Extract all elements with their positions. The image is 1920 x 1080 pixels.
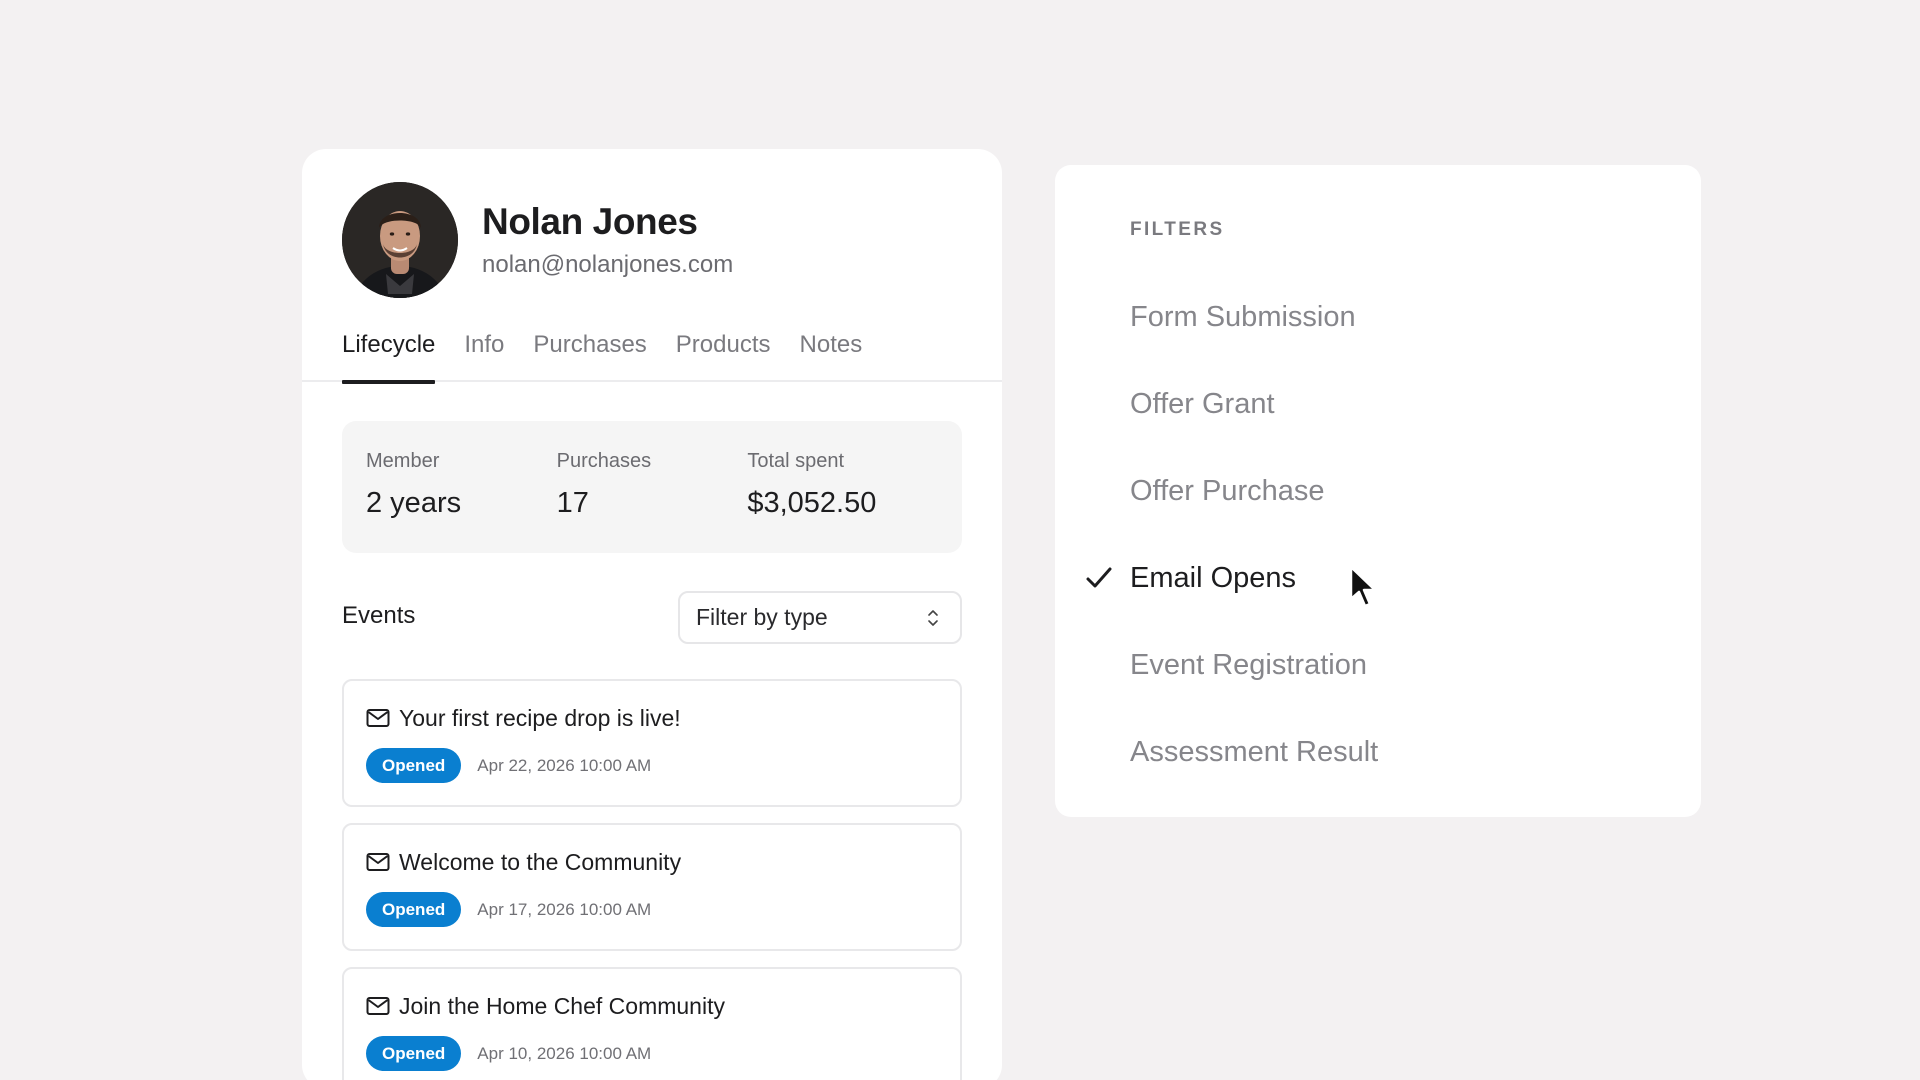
filter-option-email-opens[interactable]: Email Opens — [1130, 560, 1296, 596]
event-title: Join the Home Chef Community — [399, 993, 725, 1019]
event-title-row: Welcome to the Community — [366, 847, 681, 877]
event-title-row: Your first recipe drop is live! — [366, 703, 681, 733]
filters-dropdown-panel: FILTERS Form Submission Offer Grant Offe… — [1055, 165, 1701, 817]
filters-heading: FILTERS — [1130, 219, 1225, 240]
event-meta: Opened Apr 22, 2026 10:00 AM — [366, 748, 651, 783]
status-badge: Opened — [366, 892, 462, 927]
filter-option-form-submission[interactable]: Form Submission — [1130, 299, 1356, 335]
stat-label: Total spent — [747, 450, 845, 472]
filter-option-offer-grant[interactable]: Offer Grant — [1130, 386, 1275, 422]
event-title: Welcome to the Community — [399, 849, 682, 875]
stat-label: Purchases — [556, 450, 652, 472]
mail-icon — [366, 709, 390, 727]
event-title: Your first recipe drop is live! — [399, 705, 681, 731]
profile-email: nolan@nolanjones.com — [482, 251, 734, 278]
event-meta: Opened Apr 17, 2026 10:00 AM — [366, 892, 651, 927]
event-card[interactable]: Welcome to the Community Opened Apr 17, … — [342, 823, 962, 951]
stats-summary: Member 2 years Purchases 17 Total spent … — [342, 421, 962, 553]
event-meta: Opened Apr 10, 2026 10:00 AM — [366, 1036, 651, 1071]
profile-header: Nolan Jones nolan@nolanjones.com — [342, 182, 733, 298]
tab-notes[interactable]: Notes — [800, 325, 863, 382]
filter-option-event-registration[interactable]: Event Registration — [1130, 647, 1367, 683]
stat-label: Member — [366, 450, 440, 472]
event-title-row: Join the Home Chef Community — [366, 991, 725, 1021]
filter-select-label: Filter by type — [696, 604, 828, 630]
filter-by-type-select[interactable]: Filter by type — [678, 591, 962, 644]
person-portrait-icon — [342, 182, 458, 298]
filter-option-offer-purchase[interactable]: Offer Purchase — [1130, 473, 1325, 509]
stat-value: $3,052.50 — [747, 487, 877, 519]
filter-option-assessment-result[interactable]: Assessment Result — [1130, 734, 1378, 770]
tab-bar: Lifecycle Info Purchases Products Notes — [302, 325, 1002, 384]
mail-icon — [366, 853, 390, 871]
stat-member: Member 2 years — [366, 449, 557, 553]
event-card[interactable]: Your first recipe drop is live! Opened A… — [342, 679, 962, 807]
events-header: Events Filter by type — [342, 591, 962, 644]
tab-info[interactable]: Info — [464, 325, 504, 382]
event-card[interactable]: Join the Home Chef Community Opened Apr … — [342, 967, 962, 1080]
status-badge: Opened — [366, 748, 462, 783]
app-stage: Nolan Jones nolan@nolanjones.com Lifecyc… — [0, 0, 1920, 1080]
event-timestamp: Apr 22, 2026 10:00 AM — [477, 755, 652, 775]
tab-products[interactable]: Products — [676, 325, 771, 382]
mail-icon — [366, 997, 390, 1015]
stat-purchases: Purchases 17 — [557, 449, 748, 553]
tab-purchases[interactable]: Purchases — [533, 325, 646, 382]
tab-lifecycle[interactable]: Lifecycle — [342, 325, 436, 384]
event-timestamp: Apr 17, 2026 10:00 AM — [477, 899, 652, 919]
status-badge: Opened — [366, 1036, 462, 1071]
mouse-pointer-icon — [1349, 565, 1377, 608]
stat-value: 17 — [556, 487, 589, 519]
identity: Nolan Jones nolan@nolanjones.com — [482, 200, 733, 280]
profile-name: Nolan Jones — [482, 201, 698, 242]
chevron-updown-icon — [928, 610, 938, 626]
stat-total-spent: Total spent $3,052.50 — [747, 449, 938, 553]
stat-value: 2 years — [366, 487, 462, 519]
check-icon — [1086, 567, 1112, 588]
avatar[interactable] — [342, 182, 458, 298]
events-title: Events — [342, 602, 416, 629]
profile-card: Nolan Jones nolan@nolanjones.com Lifecyc… — [302, 149, 1002, 1080]
event-timestamp: Apr 10, 2026 10:00 AM — [477, 1043, 652, 1063]
